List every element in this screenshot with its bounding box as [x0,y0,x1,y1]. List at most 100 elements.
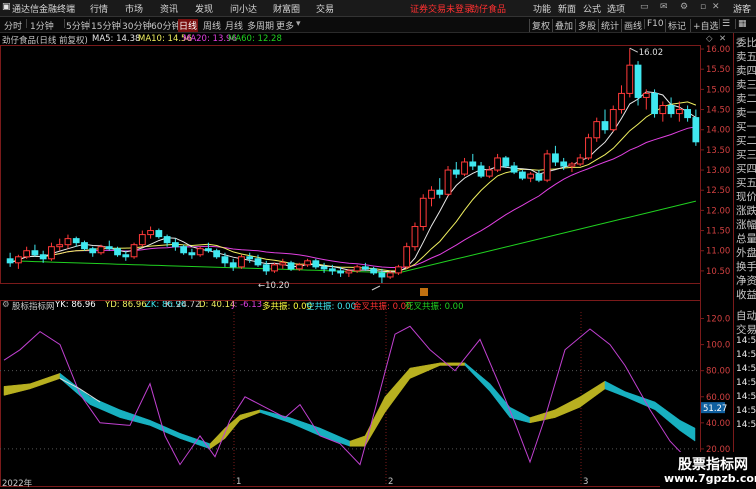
candle [543,153,551,181]
trade-time: 14:56 [736,392,756,402]
btn-list-icon[interactable]: ☰ [719,19,730,29]
candle [626,64,634,94]
trade-time: 14:56 [736,364,756,374]
app-title: 通达信金融终端 [12,5,76,15]
user-icon[interactable]: ▭ [640,2,649,12]
menu-hangqing[interactable]: 行情 [90,2,108,15]
ind-label: 120.0 [706,315,730,325]
ind-band [509,406,531,424]
btn-diejia[interactable]: 叠加 [552,19,573,32]
candle [345,270,353,274]
close-icon[interactable]: ✕ [712,2,720,12]
quote-field-label: 买二 [736,135,756,147]
kline-chart[interactable]: 16.00 15.50 15.00 14.50 14.00 13.50 13.00 12.50… [0,45,733,300]
guest-label[interactable]: 游客 [733,2,751,15]
more-chevron-icon[interactable]: ▾ [296,19,301,29]
ind-label: 40.00 [706,419,730,429]
menu-gongneng[interactable]: 功能 [533,2,551,15]
btn-huaxian[interactable]: 画线 [621,19,642,32]
ma60-value: MA60: 12.28 [228,34,282,44]
candle [163,236,171,244]
price-label: 16.00 [706,45,730,55]
candle [105,246,113,250]
trade-time: 14:56 [736,350,756,360]
candle [31,250,39,256]
ind-band [289,417,321,437]
minimize-icon[interactable]: ▫ [700,2,706,12]
menu-xuanxiang[interactable]: 选项 [607,2,625,15]
quote-field-label: 买五 [736,177,756,189]
chart-settings-icon[interactable]: ◇ [706,34,713,44]
login-alert[interactable]: 证券交易未登录 [410,2,473,15]
ind-band [119,409,151,426]
price-label: 15.50 [706,65,730,75]
candle [48,246,55,260]
candle [81,242,88,250]
message-icon[interactable]: ✉ [660,2,668,12]
period-fenshi[interactable]: 分时 [4,19,22,32]
menu-xinmian[interactable]: 新面 [558,2,576,15]
btn-add-watchlist[interactable]: +自选 [690,19,719,32]
period-multi[interactable]: 多周期 [247,19,274,32]
candle [171,242,179,248]
ma5-line [9,91,697,273]
candle [56,244,64,248]
ma20-line [9,126,696,268]
period-weekly[interactable]: 周线 [203,19,221,32]
candle [130,244,138,258]
ind-band [364,396,386,448]
trade-time: 14:56 [736,406,756,416]
ind-band [529,409,556,424]
period-1min[interactable]: 1分钟 [30,19,54,32]
btn-fuquan[interactable]: 复权 [529,19,550,32]
candle [353,266,361,272]
btn-tongji[interactable]: 统计 [598,19,619,32]
menu-gongshi[interactable]: 公式 [583,2,601,15]
chart-close-icon[interactable]: ✕ [719,34,726,44]
candle [659,105,667,115]
candle [419,197,427,228]
indicator-chart[interactable]: 120.0100.080.0060.0040.0020.001 2 351.27 [0,300,733,487]
price-label: 12.00 [706,206,730,216]
quote-field-label: 卖三 [736,79,756,91]
candle [138,234,146,246]
period-more[interactable]: 更多 [276,19,294,32]
period-5min[interactable]: 5分钟 [66,19,90,32]
quote-field-label: 卖一 [736,107,756,119]
period-15min[interactable]: 15分钟 [91,19,120,32]
candle [155,230,163,238]
candle [560,161,568,167]
candle [667,105,675,115]
btn-duogu[interactable]: 多股 [575,19,596,32]
ind-band [604,380,626,398]
menu-faxian[interactable]: 发现 [195,2,213,15]
btn-biaoji[interactable]: 标记 [665,19,686,32]
candle [229,262,237,268]
btn-f10[interactable]: F10 [644,19,664,29]
candle [585,137,592,159]
candle [378,272,386,278]
candle [246,256,254,260]
ind-band [349,435,366,447]
price-label: 10.50 [706,267,730,277]
menu-jiaoyi[interactable]: 交易 [316,2,334,15]
trade-time: 14:56 [736,336,756,346]
candle [494,157,501,171]
menu-caifuquan[interactable]: 财富圈 [273,2,300,15]
ind-band [624,391,656,411]
period-60min[interactable]: 60分钟 [151,19,180,32]
candle [593,121,601,139]
menu-shichang[interactable]: 市场 [125,2,143,15]
candle [568,163,576,167]
candle [39,254,47,260]
menu-zixun[interactable]: 资讯 [160,2,178,15]
btn-chart-icon[interactable]: ▦ [735,19,747,29]
period-daily[interactable]: 日线 [178,19,199,32]
settings-icon[interactable]: ⚙ [680,2,688,12]
candle [609,109,617,131]
price-label: 12.50 [706,186,730,196]
menu-wenxiaoda[interactable]: 问小达 [230,2,257,15]
period-monthly[interactable]: 月线 [225,19,243,32]
x-axis-year: 2022年 [2,479,33,489]
candle [634,64,642,98]
